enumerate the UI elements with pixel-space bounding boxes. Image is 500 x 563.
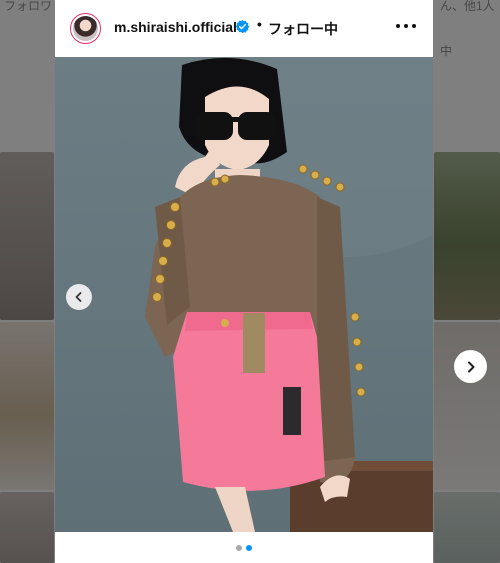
post-modal: m.shiraishi.official • フォロー中	[55, 0, 433, 563]
header-separator: •	[257, 16, 262, 32]
more-options-icon	[412, 24, 416, 28]
chevron-right-icon	[467, 361, 474, 372]
more-options-icon	[404, 24, 408, 28]
post-photo-illustration	[145, 57, 433, 532]
post-header: m.shiraishi.official • フォロー中	[55, 0, 433, 56]
carousel-indicator	[55, 532, 433, 563]
carousel-dot-active	[246, 544, 252, 551]
next-post-button[interactable]	[454, 350, 487, 383]
avatar[interactable]	[70, 13, 101, 44]
more-options-icon	[396, 24, 400, 28]
verified-badge-icon	[235, 19, 250, 34]
chevron-left-icon	[75, 292, 82, 302]
following-button[interactable]: フォロー中	[268, 19, 338, 39]
username-link[interactable]: m.shiraishi.official	[114, 19, 237, 35]
avatar-image	[73, 16, 98, 41]
more-options-button[interactable]	[393, 13, 419, 39]
previous-image-button[interactable]	[66, 284, 92, 310]
post-photo[interactable]	[55, 57, 433, 532]
carousel-dot	[236, 544, 242, 551]
